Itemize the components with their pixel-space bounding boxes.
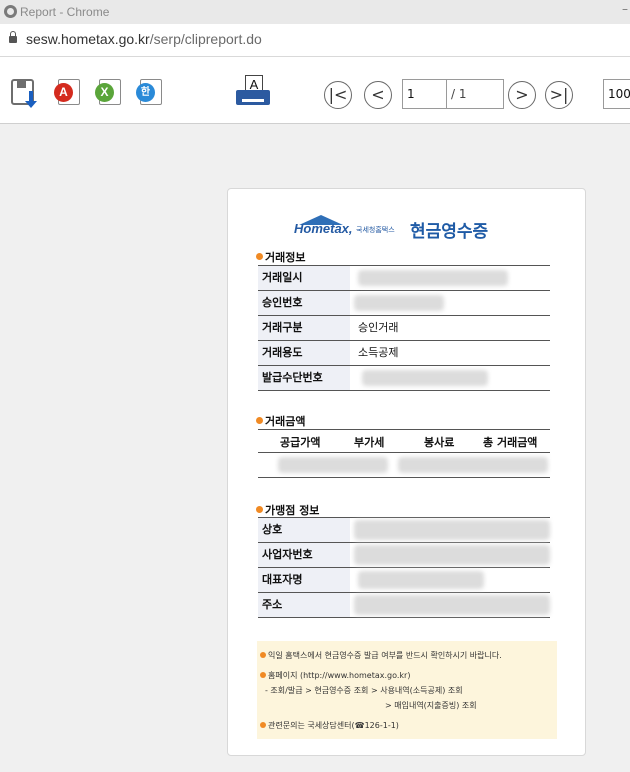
bullet-icon [256, 506, 263, 513]
row-label: 주소 [258, 593, 350, 617]
row-value: 소득공제 [358, 346, 399, 359]
redacted-value [354, 520, 550, 540]
receipt-header: Hometax, 국세청홈택스 현금영수증 [294, 213, 534, 242]
row-label: 거래구분 [258, 316, 350, 340]
receipt-page: Hometax, 국세청홈택스 현금영수증 거래정보 거래일시 승인번호 거래구… [227, 188, 586, 756]
url-text[interactable]: sesw.hometax.go.kr/serp/clipreport.do [26, 31, 262, 47]
bullet-icon [256, 417, 263, 424]
amount-table: 공급가액 부가세 봉사료 총 거래금액 [258, 429, 550, 478]
bullet-icon [256, 253, 263, 260]
address-bar[interactable]: sesw.hometax.go.kr/serp/clipreport.do [0, 24, 630, 57]
notice-line: > 매입내역(지출증빙) 조회 [385, 701, 477, 710]
minimize-button[interactable]: – [622, 2, 628, 16]
redacted-value [278, 457, 388, 473]
notice-line: 홈페이지 (http://www.hometax.go.kr) [260, 670, 410, 681]
export-pdf-button[interactable]: A [54, 77, 80, 105]
zoom-select[interactable]: 100 [603, 79, 630, 109]
url-host: sesw.hometax.go.kr [26, 31, 150, 47]
notice-line: 익일 홈택스에서 현금영수증 발급 여부를 반드시 확인하시기 바랍니다. [260, 650, 502, 661]
redacted-value [362, 370, 488, 386]
row-label: 승인번호 [258, 291, 350, 315]
section-transaction-info: 거래정보 [256, 249, 305, 265]
notice-line: - 조회/발급 > 현금영수증 조회 > 사용내역(소득공제) 조회 [265, 686, 463, 695]
table-row: 승인번호 [258, 291, 550, 316]
amount-values-row [258, 453, 550, 478]
lock-icon [9, 31, 17, 43]
window-title: Report - Chrome [20, 5, 110, 19]
report-toolbar: A X 한 A |< < 1 / 1 > >| 100 [0, 57, 630, 124]
receipt-title: 현금영수증 [410, 222, 489, 242]
bullet-icon [260, 722, 266, 728]
table-row: 거래일시 [258, 266, 550, 291]
page-total: / 1 [446, 79, 504, 109]
excel-icon: X [95, 83, 114, 102]
redacted-value [358, 571, 484, 589]
section-label: 거래금액 [265, 415, 306, 428]
amount-header-row: 공급가액 부가세 봉사료 총 거래금액 [258, 430, 550, 453]
table-row: 거래구분 승인거래 [258, 316, 550, 341]
hometax-logo: Hometax, [294, 221, 353, 236]
hwp-icon: 한 [136, 83, 155, 102]
chrome-icon [4, 5, 17, 18]
notice-box: 익일 홈택스에서 현금영수증 발급 여부를 반드시 확인하시기 바랍니다. 홈페… [257, 641, 557, 739]
transaction-info-table: 거래일시 승인번호 거래구분 승인거래 거래용도 소득공제 발급수단번호 [258, 265, 550, 391]
table-row: 상호 [258, 518, 550, 543]
save-button[interactable] [11, 77, 37, 108]
page-number-input[interactable]: 1 [402, 79, 446, 109]
export-hwp-button[interactable]: 한 [136, 77, 162, 105]
row-label: 거래일시 [258, 266, 350, 290]
report-viewer: Hometax, 국세청홈택스 현금영수증 거래정보 거래일시 승인번호 거래구… [0, 124, 630, 772]
column-header: 봉사료 [424, 436, 455, 449]
row-label: 발급수단번호 [258, 366, 350, 390]
table-row: 사업자번호 [258, 543, 550, 568]
printer-icon [236, 90, 270, 105]
export-excel-button[interactable]: X [95, 77, 121, 105]
notice-text: 관련문의는 국세상담센터(☎126-1-1) [268, 721, 399, 730]
hometax-logo-sub: 국세청홈택스 [356, 226, 395, 234]
table-row: 거래용도 소득공제 [258, 341, 550, 366]
bullet-icon [260, 652, 266, 658]
next-page-button[interactable]: > [508, 81, 536, 109]
download-arrow-icon [25, 91, 37, 108]
redacted-value [398, 457, 548, 473]
row-label: 대표자명 [258, 568, 350, 592]
bullet-icon [260, 672, 266, 678]
notice-text: 홈페이지 (http://www.hometax.go.kr) [268, 671, 411, 680]
row-label: 사업자번호 [258, 543, 350, 567]
window-title-bar: Report - Chrome – [0, 0, 630, 24]
first-page-button[interactable]: |< [324, 81, 352, 109]
printer-slot [242, 99, 264, 102]
redacted-value [354, 595, 550, 615]
print-button[interactable]: A [236, 75, 272, 111]
row-value: 승인거래 [358, 321, 399, 334]
redacted-value [354, 295, 444, 311]
notice-line: 관련문의는 국세상담센터(☎126-1-1) [260, 720, 399, 731]
column-header: 총 거래금액 [483, 436, 538, 449]
row-label: 상호 [258, 518, 350, 542]
pdf-icon: A [54, 83, 73, 102]
table-row: 주소 [258, 593, 550, 618]
row-label: 거래용도 [258, 341, 350, 365]
last-page-button[interactable]: >| [545, 81, 573, 109]
redacted-value [358, 270, 508, 286]
column-header: 부가세 [354, 436, 385, 449]
table-row: 발급수단번호 [258, 366, 550, 391]
redacted-value [354, 545, 550, 565]
column-header: 공급가액 [280, 436, 321, 449]
merchant-table: 상호 사업자번호 대표자명 주소 [258, 517, 550, 618]
section-label: 거래정보 [265, 251, 306, 264]
table-row: 대표자명 [258, 568, 550, 593]
section-amount: 거래금액 [256, 413, 305, 429]
section-merchant: 가맹점 정보 [256, 502, 319, 518]
url-path: /serp/clipreport.do [149, 31, 262, 47]
notice-text: 익일 홈택스에서 현금영수증 발급 여부를 반드시 확인하시기 바랍니다. [268, 651, 502, 660]
section-label: 가맹점 정보 [265, 504, 320, 517]
prev-page-button[interactable]: < [364, 81, 392, 109]
